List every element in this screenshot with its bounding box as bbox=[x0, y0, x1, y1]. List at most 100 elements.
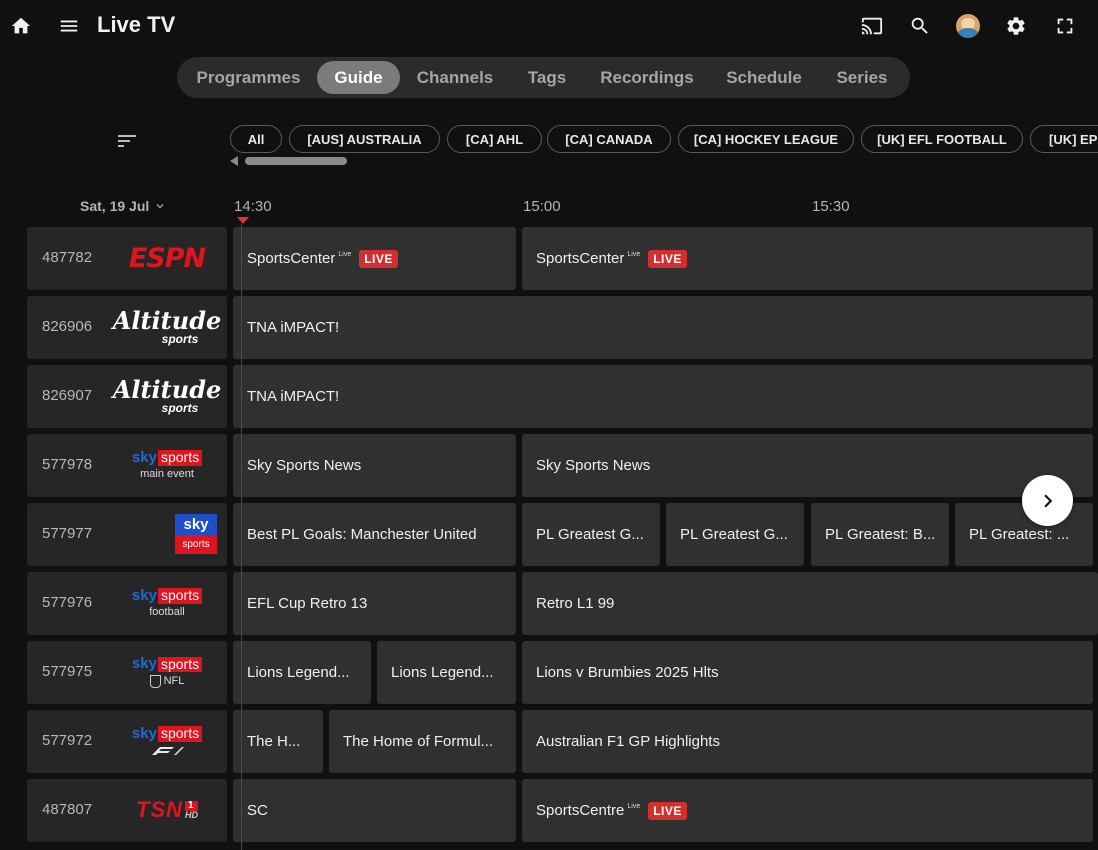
channel-cell[interactable]: 577978 sky sports main event bbox=[27, 434, 227, 497]
guide-row: 826906 Altitude sports TNA iMPACT! bbox=[0, 296, 1098, 359]
program-cell[interactable]: SC bbox=[233, 779, 516, 842]
view-tabs: Programmes Guide Channels Tags Recording… bbox=[177, 57, 910, 98]
tag-chip[interactable]: [AUS] AUSTRALIA bbox=[289, 125, 440, 153]
tab-programmes[interactable]: Programmes bbox=[187, 61, 310, 94]
guide-row: 487807 TSN 1 HD SC SportsCentre Live LIV… bbox=[0, 779, 1098, 842]
tag-chip[interactable]: [UK] EFL FOOTBALL bbox=[861, 125, 1023, 153]
program-cell[interactable]: TNA iMPACT! bbox=[233, 296, 1093, 359]
channel-number: 487807 bbox=[42, 801, 93, 818]
program-cell[interactable]: Sky Sports News bbox=[522, 434, 1093, 497]
live-badge: LIVE bbox=[648, 801, 687, 820]
tab-recordings[interactable]: Recordings bbox=[589, 61, 705, 94]
current-time-line bbox=[241, 224, 242, 850]
program-cell[interactable]: SportsCentre Live LIVE bbox=[522, 779, 1093, 842]
program-cell[interactable]: Australian F1 GP Highlights bbox=[522, 710, 1093, 773]
settings-button[interactable] bbox=[1000, 10, 1032, 42]
scroll-left-arrow[interactable] bbox=[230, 156, 238, 166]
channel-cell[interactable]: 577976 sky sports football bbox=[27, 572, 227, 635]
channel-cell[interactable]: 487807 TSN 1 HD bbox=[27, 779, 227, 842]
channel-logo-altitude: Altitude sports bbox=[112, 375, 222, 415]
channel-logo-sky-sports-main-event: sky sports main event bbox=[117, 440, 217, 490]
program-cell[interactable]: PL Greatest G... bbox=[522, 503, 660, 566]
nfl-shield-icon bbox=[149, 674, 161, 688]
program-cell[interactable]: Best PL Goals: Manchester United bbox=[233, 503, 516, 566]
sort-button[interactable] bbox=[112, 128, 142, 154]
program-cell[interactable]: Lions Legend... bbox=[233, 641, 371, 704]
search-icon bbox=[911, 17, 928, 34]
tab-schedule[interactable]: Schedule bbox=[714, 61, 814, 94]
tab-channels[interactable]: Channels bbox=[406, 61, 504, 94]
channel-number: 577977 bbox=[42, 525, 93, 542]
live-badge: LIVE bbox=[648, 249, 687, 268]
tag-scrollbar[interactable] bbox=[245, 157, 347, 165]
channel-cell[interactable]: 577977 sky sports bbox=[27, 503, 227, 566]
header: Live TV bbox=[0, 0, 1098, 52]
live-badge: LIVE bbox=[359, 249, 398, 268]
cast-button[interactable] bbox=[856, 10, 888, 42]
scroll-right-button[interactable] bbox=[1022, 475, 1073, 526]
channel-logo-sky-sports-f1: sky sports bbox=[117, 716, 217, 766]
f1-logo-icon bbox=[152, 747, 184, 756]
avatar bbox=[956, 14, 980, 38]
guide-row: 826907 Altitude sports TNA iMPACT! bbox=[0, 365, 1098, 428]
guide-row: 577976 sky sports football EFL Cup Retro… bbox=[0, 572, 1098, 635]
program-cell[interactable]: PL Greatest G... bbox=[666, 503, 804, 566]
tag-chip-all[interactable]: All bbox=[230, 125, 282, 153]
channel-number: 577972 bbox=[42, 732, 93, 749]
channel-number: 577976 bbox=[42, 594, 93, 611]
home-button[interactable] bbox=[5, 10, 37, 42]
channel-cell[interactable]: 577972 sky sports bbox=[27, 710, 227, 773]
program-cell[interactable]: EFL Cup Retro 13 bbox=[233, 572, 516, 635]
menu-icon bbox=[60, 20, 78, 32]
fullscreen-icon bbox=[1057, 18, 1073, 34]
timeline-label: 15:00 bbox=[523, 198, 561, 215]
channel-logo-tsn1: TSN 1 HD bbox=[136, 797, 198, 822]
user-avatar-button[interactable] bbox=[952, 10, 984, 42]
program-cell[interactable]: SportsCenter Live LIVE bbox=[522, 227, 1093, 290]
search-button[interactable] bbox=[904, 10, 936, 42]
program-cell[interactable]: SportsCenter Live LIVE bbox=[233, 227, 516, 290]
tab-tags[interactable]: Tags bbox=[512, 61, 582, 94]
program-cell[interactable]: Retro L1 99 bbox=[522, 572, 1098, 635]
menu-button[interactable] bbox=[53, 10, 85, 42]
channel-number: 487782 bbox=[42, 249, 93, 266]
channel-cell[interactable]: 577975 sky sports NFL bbox=[27, 641, 227, 704]
channel-cell[interactable]: 487782 ESPN bbox=[27, 227, 227, 290]
tag-chip[interactable]: [CA] CANADA bbox=[547, 125, 671, 153]
cast-icon bbox=[861, 17, 883, 35]
guide-row: 577972 sky sports The H... The Home of F… bbox=[0, 710, 1098, 773]
channel-cell[interactable]: 826907 Altitude sports bbox=[27, 365, 227, 428]
guide-row: 577978 sky sports main event Sky Sports … bbox=[0, 434, 1098, 497]
program-cell[interactable]: Sky Sports News bbox=[233, 434, 516, 497]
channel-number: 577978 bbox=[42, 456, 93, 473]
program-cell[interactable]: Lions Legend... bbox=[377, 641, 516, 704]
tag-chip[interactable]: [CA] AHL bbox=[447, 125, 542, 153]
tab-guide[interactable]: Guide bbox=[317, 61, 400, 94]
timeline-label: 14:30 bbox=[234, 198, 272, 215]
program-cell[interactable]: The H... bbox=[233, 710, 323, 773]
sort-icon bbox=[118, 135, 136, 147]
channel-logo-espn: ESPN bbox=[128, 242, 206, 274]
guide-row: 487782 ESPN SportsCenter Live LIVE Sport… bbox=[0, 227, 1098, 290]
guide-row: 577977 sky sports Best PL Goals: Manches… bbox=[0, 503, 1098, 566]
guide-row: 577975 sky sports NFL Lions Legend... Li… bbox=[0, 641, 1098, 704]
program-cell[interactable]: PL Greatest: B... bbox=[811, 503, 949, 566]
tag-chip[interactable]: [UK] EPL bbox=[1030, 125, 1098, 153]
program-cell[interactable]: Lions v Brumbies 2025 Hlts bbox=[522, 641, 1093, 704]
channel-logo-sky-sports-nfl: sky sports NFL bbox=[117, 647, 217, 697]
channel-logo-sky-sports: sky sports bbox=[117, 509, 217, 559]
chevron-down-icon bbox=[156, 204, 164, 209]
timeline-label: 15:30 bbox=[812, 198, 850, 215]
program-cell[interactable]: TNA iMPACT! bbox=[233, 365, 1093, 428]
program-cell[interactable]: The Home of Formul... bbox=[329, 710, 516, 773]
home-icon bbox=[11, 17, 31, 34]
channel-cell[interactable]: 826906 Altitude sports bbox=[27, 296, 227, 359]
tab-series[interactable]: Series bbox=[822, 61, 902, 94]
date-selector[interactable]: Sat, 19 Jul bbox=[80, 198, 167, 214]
tag-filter-bar: All [AUS] AUSTRALIA [CA] AHL [CA] CANADA… bbox=[230, 125, 1098, 155]
tag-chip[interactable]: [CA] HOCKEY LEAGUE bbox=[678, 125, 854, 153]
settings-icon bbox=[1007, 17, 1025, 35]
channel-logo-sky-sports-football: sky sports football bbox=[117, 578, 217, 628]
channel-logo-altitude: Altitude sports bbox=[112, 306, 222, 346]
fullscreen-button[interactable] bbox=[1049, 10, 1081, 42]
